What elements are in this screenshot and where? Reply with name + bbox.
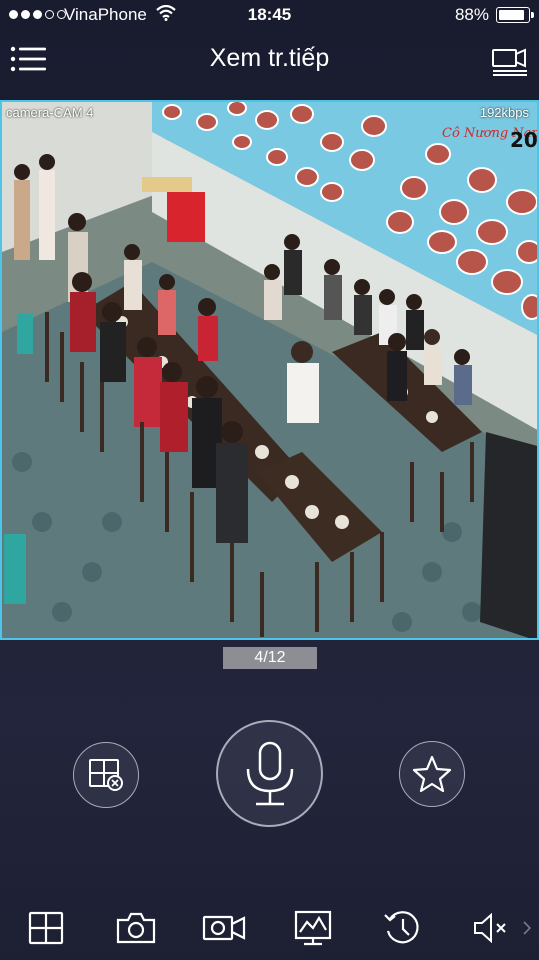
page-title: Xem tr.tiếp: [209, 44, 330, 72]
video-record-icon: [202, 915, 246, 941]
battery-percent: 88%: [454, 5, 489, 24]
playback-clock-icon: [384, 911, 419, 944]
grid-layout-icon: [28, 911, 64, 945]
page-counter: 4/12: [223, 647, 317, 669]
favorite-button[interactable]: [399, 741, 465, 807]
grid-layout-button[interactable]: [26, 908, 66, 948]
live-video-view[interactable]: Cô Nương Nam 201 camera-CAM 4 192kbps: [0, 100, 539, 640]
monitor-chart-icon: [294, 910, 332, 946]
camera-feed-image: Cô Nương Nam 201: [2, 102, 539, 638]
camera-snapshot-icon: [116, 912, 156, 944]
status-bar: VinaPhone 18:45 88%: [0, 0, 539, 30]
battery-icon: [496, 7, 534, 23]
wall-sign-text: 201: [510, 128, 539, 152]
star-icon: [412, 755, 452, 793]
mute-button[interactable]: [470, 908, 510, 948]
monitor-button[interactable]: [293, 908, 333, 948]
camera-list-icon[interactable]: [491, 44, 529, 76]
bitrate-readout: 192kbps: [479, 105, 529, 120]
close-layout-button[interactable]: [73, 742, 139, 808]
snapshot-button[interactable]: [114, 908, 158, 948]
bottom-toolbar: [0, 900, 539, 956]
microphone-button[interactable]: [216, 720, 323, 827]
camera-name: camera-CAM 4: [6, 105, 94, 120]
record-button[interactable]: [201, 908, 247, 948]
toolbar-more-icon[interactable]: [520, 908, 534, 948]
nav-bar: Xem tr.tiếp: [0, 30, 539, 92]
speaker-mute-icon: [474, 912, 506, 944]
playback-button[interactable]: [381, 908, 423, 948]
layout-close-icon: [89, 759, 123, 791]
microphone-icon: [246, 741, 293, 805]
